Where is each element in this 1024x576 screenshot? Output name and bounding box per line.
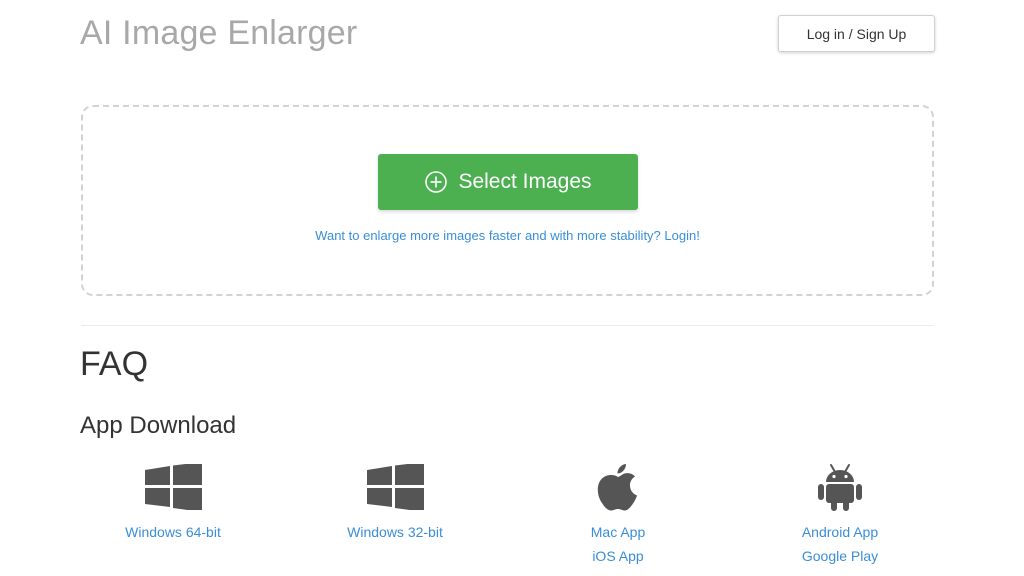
windows-32-link[interactable]: Windows 32-bit — [295, 520, 495, 544]
download-apple: Mac App iOS App — [518, 462, 718, 568]
select-images-label: Select Images — [458, 170, 592, 193]
android-icon — [740, 462, 940, 512]
apple-icon — [518, 462, 718, 512]
windows-icon — [295, 462, 495, 512]
app-download-heading: App Download — [80, 412, 237, 439]
mac-app-link[interactable]: Mac App — [518, 520, 718, 544]
ios-app-link[interactable]: iOS App — [518, 544, 718, 568]
upload-drop-zone[interactable]: Select Images Want to enlarge more image… — [81, 105, 934, 296]
android-app-link[interactable]: Android App — [740, 520, 940, 544]
login-hint-link[interactable]: Want to enlarge more images faster and w… — [83, 228, 932, 243]
site-title: AI Image Enlarger — [80, 14, 358, 52]
download-windows-32: Windows 32-bit — [295, 462, 495, 544]
download-windows-64: Windows 64-bit — [73, 462, 273, 544]
windows-icon — [73, 462, 273, 512]
login-signup-button[interactable]: Log in / Sign Up — [778, 15, 935, 52]
section-divider — [81, 325, 934, 326]
select-images-button[interactable]: Select Images — [378, 154, 638, 210]
download-android: Android App Google Play — [740, 462, 940, 568]
plus-circle-icon — [424, 170, 448, 194]
windows-64-link[interactable]: Windows 64-bit — [73, 520, 273, 544]
faq-heading: FAQ — [80, 345, 149, 383]
google-play-link[interactable]: Google Play — [740, 544, 940, 568]
